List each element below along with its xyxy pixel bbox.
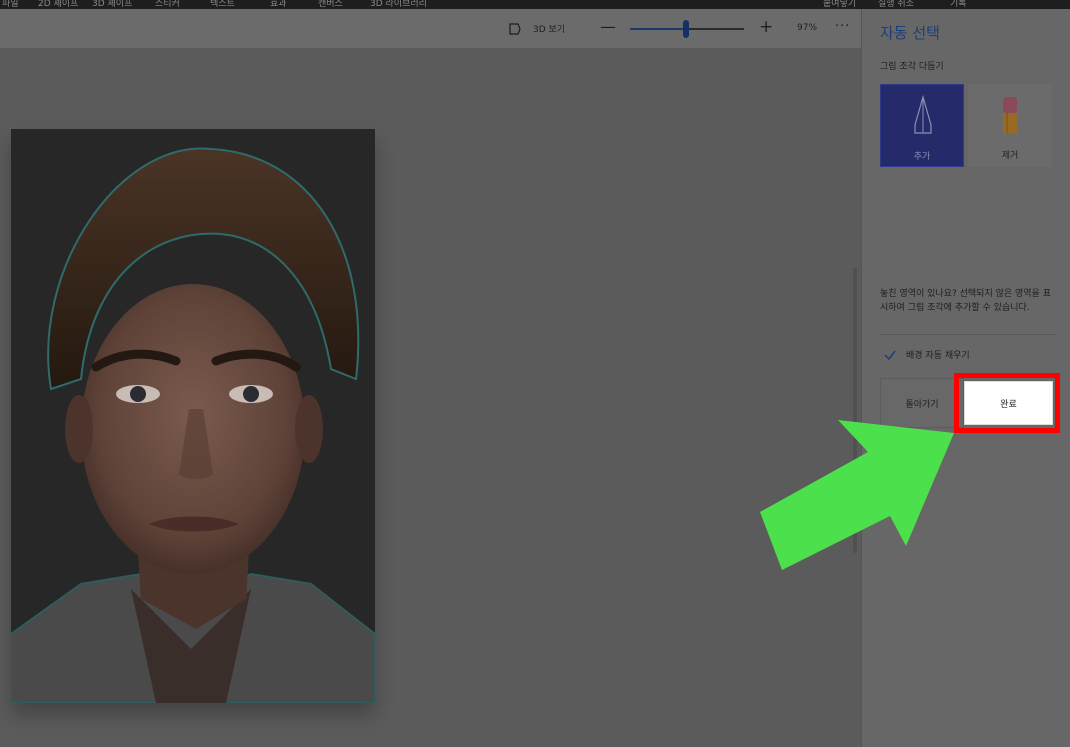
menu-item-undo[interactable]: 실행 취소	[878, 0, 914, 9]
zoom-in-button[interactable]: +	[759, 17, 773, 37]
hint-text: 놓친 영역이 있나요? 선택되지 않은 영역을 표시하여 그림 조각에 추가할 …	[880, 289, 1051, 313]
pen-icon	[914, 95, 932, 134]
menu-item-canvas[interactable]: 캔버스	[318, 0, 343, 9]
menu-item-3d-shapes[interactable]: 3D 셰이프	[92, 0, 132, 9]
remove-tool-button[interactable]: 제거	[968, 84, 1052, 167]
checkmark-icon[interactable]	[883, 347, 897, 361]
done-highlight-box	[954, 373, 1060, 433]
autofill-background-checkbox-label[interactable]: 배경 자동 채우기	[906, 348, 970, 361]
eraser-icon	[1003, 97, 1017, 133]
add-tool-label: 추가	[913, 152, 931, 162]
menu-item-text[interactable]: 텍스트	[210, 0, 235, 9]
zoom-out-button[interactable]: —	[600, 17, 616, 37]
zoom-level: 97%	[797, 23, 818, 33]
zoom-slider-thumb[interactable]	[683, 20, 689, 38]
3d-view-icon[interactable]	[508, 21, 522, 35]
menu-item-paste[interactable]: 붙여넣기	[823, 0, 856, 9]
menu-item-history[interactable]: 기록	[950, 0, 967, 9]
add-tool-button[interactable]: 추가	[880, 84, 964, 167]
zoom-slider-fill	[630, 28, 686, 30]
menu-item-stickers[interactable]: 스티커	[155, 0, 180, 9]
menu-item-effects[interactable]: 효과	[270, 0, 287, 9]
pointer-arrow	[760, 420, 954, 570]
panel-title: 자동 선택	[880, 24, 940, 42]
refine-section-label: 그림 조각 다듬기	[880, 62, 944, 72]
menu-item-2d-shapes[interactable]: 2D 셰이프	[38, 0, 78, 9]
view-toolbar: 3D 보기 — + 97% ···	[0, 9, 861, 48]
menu-item-3d-library[interactable]: 3D 라이브러리	[370, 0, 427, 9]
more-options-icon[interactable]: ···	[835, 19, 850, 34]
menu-item-file[interactable]: 파일	[2, 0, 19, 9]
divider	[880, 334, 1056, 335]
3d-view-button[interactable]: 3D 보기	[533, 22, 565, 35]
menu-bar: 파일 2D 셰이프 3D 셰이프 스티커 텍스트 효과 캔버스 3D 라이브러리…	[0, 0, 1070, 9]
portrait-image[interactable]	[11, 129, 375, 703]
remove-tool-label: 제거	[1001, 151, 1019, 161]
